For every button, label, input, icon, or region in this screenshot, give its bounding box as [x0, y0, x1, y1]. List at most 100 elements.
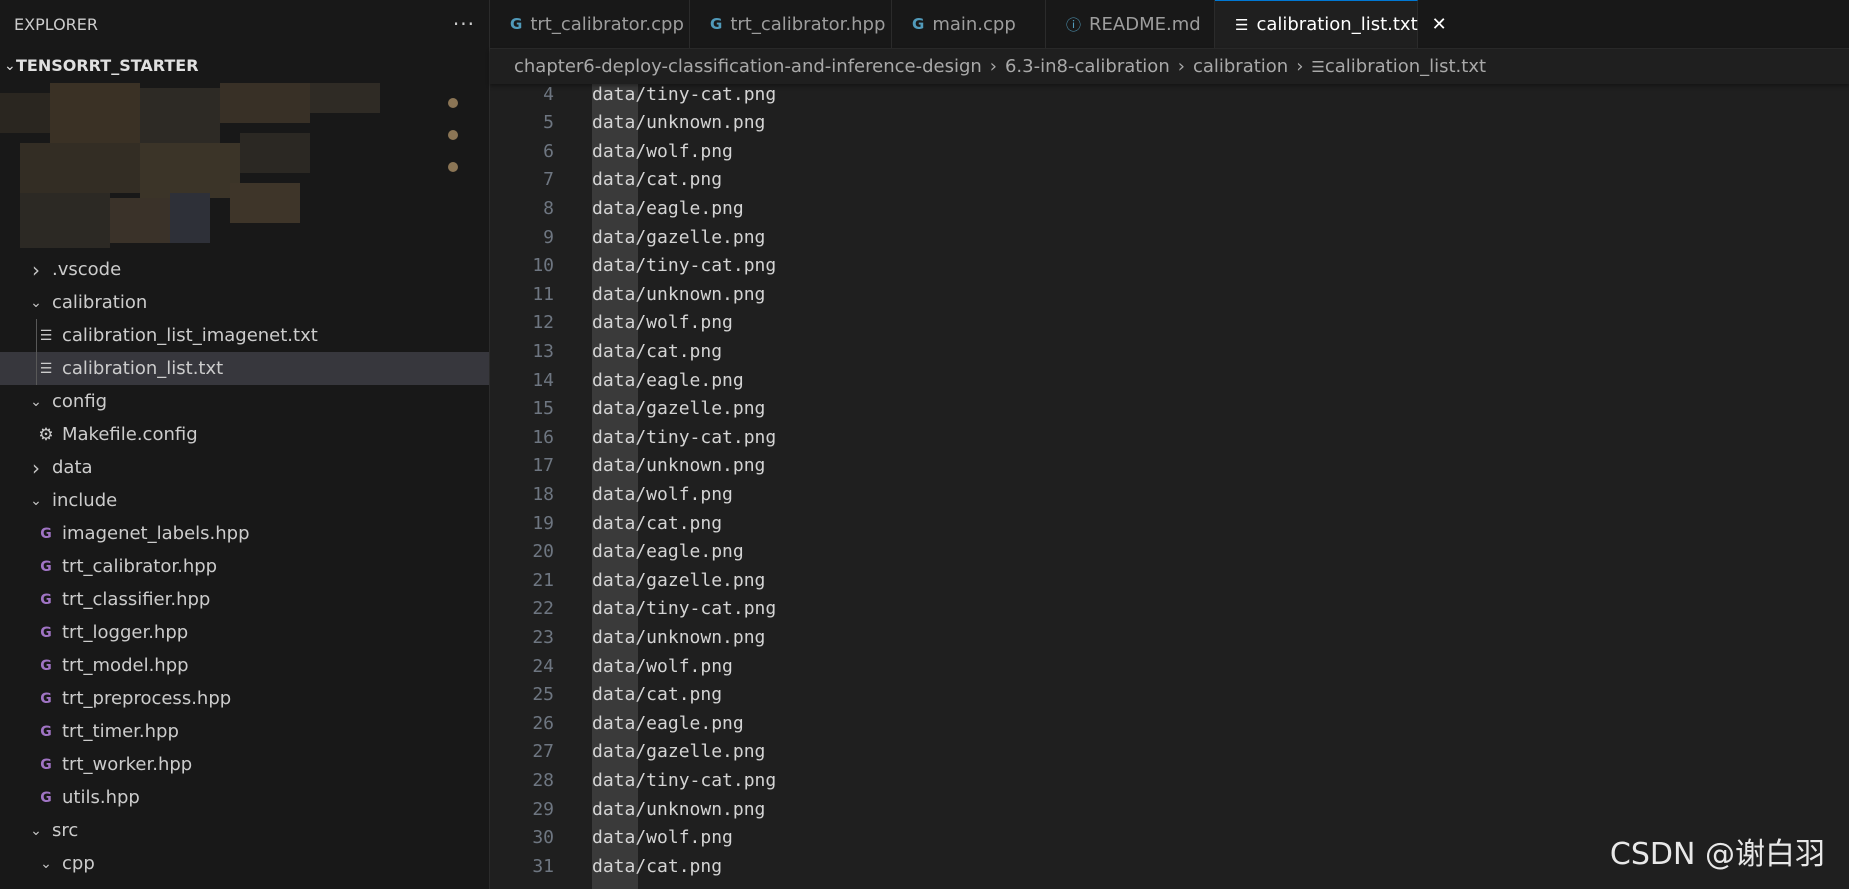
code-line-text: data/unknown.png — [592, 112, 766, 134]
code-line: 23 data/unknown.png — [490, 623, 765, 651]
code-line: 29 data/unknown.png — [490, 795, 765, 823]
tree-item[interactable]: Gtrt_worker.hpp — [0, 748, 489, 781]
tree-item[interactable]: Gutils.hpp — [0, 781, 489, 814]
close-icon[interactable]: ✕ — [1432, 14, 1447, 35]
line-number: 31 — [532, 855, 554, 877]
code-line-text: data/wolf.png — [592, 483, 733, 505]
cpp-file-icon: G — [40, 558, 52, 575]
code-view[interactable]: data/gazelle.png 4 data/tiny-cat.png 5 data/… — [490, 78, 1849, 889]
line-number: 17 — [532, 455, 554, 477]
tree-item[interactable]: › .vscode — [0, 253, 489, 286]
editor-tab[interactable]: ☰ calibration_list.txt ✕ — [1215, 0, 1447, 48]
code-line: 31 data/cat.png — [490, 852, 722, 880]
tree-item[interactable]: Gimagenet_labels.hpp — [0, 517, 489, 550]
editor-tab[interactable]: Gtrt_calibrator.cpp — [490, 0, 690, 48]
line-number: 9 — [543, 226, 554, 248]
cpp-file-icon: G — [40, 624, 52, 641]
editor-tab[interactable]: Gtrt_calibrator.hpp — [690, 0, 892, 48]
breadcrumb-item[interactable]: 6.3-in8-calibration — [1005, 56, 1170, 77]
breadcrumb-item[interactable]: calibration_list.txt — [1325, 56, 1486, 77]
cpp-file-icon: G — [40, 690, 52, 707]
text-file-icon: ☰ — [1311, 57, 1325, 76]
tree-item[interactable]: ☰ calibration_list.txt — [0, 352, 489, 385]
cpp-icon: G — [510, 15, 523, 33]
cpp-file-icon: G — [40, 657, 52, 674]
code-line-text: data/tiny-cat.png — [592, 83, 777, 105]
code-line: 21 data/gazelle.png — [490, 566, 765, 594]
line-number: 20 — [532, 541, 554, 563]
code-line-text: data/gazelle.png — [592, 226, 766, 248]
code-line-text: data/cat.png — [592, 684, 723, 706]
tree-item[interactable]: Gtrt_timer.hpp — [0, 715, 489, 748]
chevron-down-icon: ⌄ — [30, 822, 42, 839]
tree-item-label: cpp — [62, 853, 95, 874]
tree-item-label: trt_model.hpp — [62, 655, 189, 676]
explorer-title: EXPLORER — [14, 14, 98, 34]
tree-item[interactable]: ⌄ config — [0, 385, 489, 418]
tab-label: trt_calibrator.hpp — [730, 13, 886, 35]
code-line: 11 data/unknown.png — [490, 280, 765, 308]
line-number: 22 — [532, 598, 554, 620]
code-line: 24 data/wolf.png — [490, 652, 733, 680]
project-name: TENSORRT_STARTER — [16, 56, 199, 75]
tree-item[interactable]: ☰ calibration_list_imagenet.txt — [0, 319, 489, 352]
more-actions-icon[interactable]: ··· — [453, 12, 475, 36]
tree-item[interactable]: Gtrt_preprocess.hpp — [0, 682, 489, 715]
code-line-text: data/unknown.png — [592, 798, 766, 820]
cpp-file-icon: G — [40, 723, 52, 740]
project-header[interactable]: ⌄ TENSORRT_STARTER — [0, 48, 489, 83]
breadcrumb-item[interactable]: calibration — [1193, 56, 1288, 77]
chevron-right-icon: › — [32, 257, 40, 282]
tree-item[interactable]: Gtrt_classifier.hpp — [0, 583, 489, 616]
gear-icon: ⚙ — [38, 424, 54, 445]
code-line-text: data/wolf.png — [592, 827, 733, 849]
breadcrumb-item[interactable]: chapter6-deploy-classification-and-infer… — [514, 56, 982, 77]
tree-item-label: Makefile.config — [62, 424, 198, 445]
tree-item[interactable]: ⚙ Makefile.config — [0, 418, 489, 451]
code-line-text: data/eagle.png — [592, 541, 744, 563]
tree-item[interactable]: Gtrt_logger.hpp — [0, 616, 489, 649]
tab-label: README.md — [1089, 13, 1201, 35]
code-line-text: data/tiny-cat.png — [592, 769, 777, 791]
editor-tab[interactable]: Gmain.cpp — [892, 0, 1046, 48]
code-line-text: data/unknown.png — [592, 455, 766, 477]
editor-tab[interactable]: ⓘ README.md — [1046, 0, 1215, 48]
line-number: 23 — [532, 626, 554, 648]
file-tree: › .vscode ⌄ calibration ☰ calibration_list_im… — [0, 253, 489, 880]
tree-item[interactable]: Gtrt_model.hpp — [0, 649, 489, 682]
code-line: 18 data/wolf.png — [490, 480, 733, 508]
code-line-text: data/gazelle.png — [592, 398, 766, 420]
tab-label: trt_calibrator.cpp — [530, 13, 684, 35]
line-number: 6 — [543, 140, 554, 162]
chevron-right-icon: › — [32, 455, 40, 480]
line-number: 4 — [543, 83, 554, 105]
explorer-sidebar: EXPLORER ··· ⌄ TENSORRT_STARTER › .vscode… — [0, 0, 490, 889]
cpp-icon: G — [912, 15, 925, 33]
chevron-down-icon: ⌄ — [30, 393, 42, 410]
tree-item[interactable]: ⌄ calibration — [0, 286, 489, 319]
cpp-file-icon: G — [40, 591, 52, 608]
cpp-file-icon: G — [40, 756, 52, 773]
chevron-right-icon: › — [989, 56, 997, 77]
code-line-text: data/tiny-cat.png — [592, 426, 777, 448]
tab-bar: Gtrt_calibrator.cpp Gtrt_calibrator.hpp Gm… — [490, 0, 1849, 49]
tree-item-label: calibration — [52, 292, 148, 313]
tree-item-label: trt_preprocess.hpp — [62, 688, 232, 709]
line-number: 30 — [532, 827, 554, 849]
chevron-down-icon: ⌄ — [30, 492, 42, 509]
line-number: 14 — [532, 369, 554, 391]
tree-item[interactable]: Gtrt_calibrator.hpp — [0, 550, 489, 583]
line-number: 27 — [532, 741, 554, 763]
chevron-right-icon: › — [1296, 56, 1304, 77]
explorer-header: EXPLORER ··· — [0, 0, 489, 48]
tree-item[interactable]: ⌄ cpp — [0, 847, 489, 880]
code-line: 9 data/gazelle.png — [490, 223, 765, 251]
code-line-text: data/gazelle.png — [592, 569, 766, 591]
code-line-text: data/wolf.png — [592, 655, 733, 677]
breadcrumb: chapter6-deploy-classification-and-infer… — [490, 49, 1849, 84]
tree-item[interactable]: ⌄ include — [0, 484, 489, 517]
line-number: 18 — [532, 483, 554, 505]
tree-item[interactable]: ⌄ src — [0, 814, 489, 847]
tree-item[interactable]: › data — [0, 451, 489, 484]
line-number: 24 — [532, 655, 554, 677]
